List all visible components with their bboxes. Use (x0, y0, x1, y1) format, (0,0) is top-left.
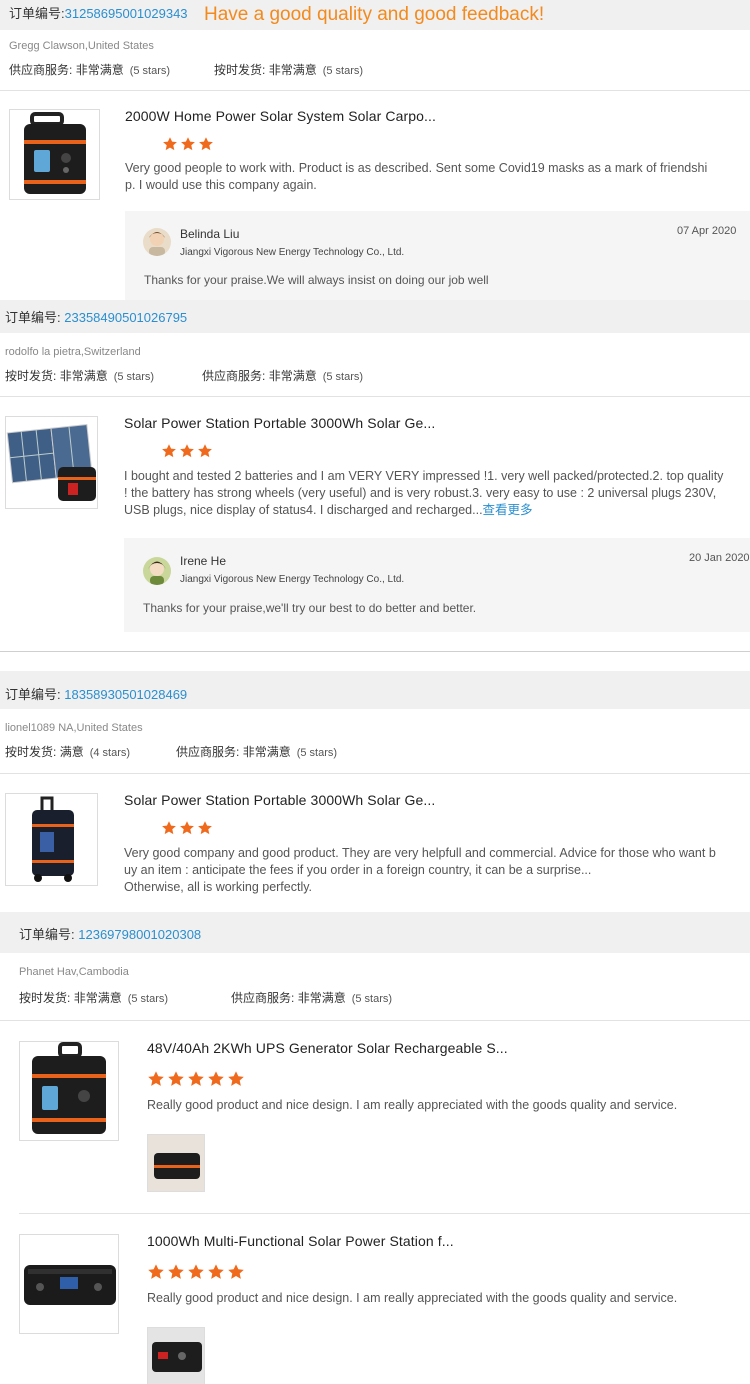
star-rating (124, 443, 214, 459)
reply-text: Thanks for your praise.We will always in… (144, 273, 489, 287)
order-number-value[interactable]: 18358930501028469 (64, 687, 187, 702)
order-number-value[interactable]: 23358490501026795 (64, 310, 187, 325)
supplier-service-rating: 供应商服务: 非常满意 (5 stars) (202, 369, 364, 383)
order-number-value[interactable]: 12369798001020308 (78, 927, 201, 942)
product-thumbnail[interactable] (9, 109, 100, 200)
star-icon (124, 443, 214, 459)
order-number: 订单编号: 23358490501026795 (5, 310, 188, 325)
divider (0, 90, 750, 91)
reply-text: Thanks for your praise,we'll try our bes… (143, 601, 477, 615)
order-number-value[interactable]: 31258695001029343 (65, 6, 188, 21)
divider (0, 1020, 750, 1021)
reviewer-info: rodolfo la pietra,Switzerland (5, 346, 141, 358)
star-rating (124, 820, 214, 836)
star-icon (124, 820, 214, 836)
reviewer-info: lionel1089 NA,United States (5, 722, 143, 734)
divider (0, 396, 750, 397)
order-number: 订单编号: 12369798001020308 (19, 927, 202, 942)
reviewer-info: Phanet Hav,Cambodia (19, 966, 129, 978)
reply-author: Belinda Liu (180, 227, 240, 241)
product-title[interactable]: 48V/40Ah 2KWh UPS Generator Solar Rechar… (147, 1040, 508, 1056)
product-title[interactable]: 1000Wh Multi-Functional Solar Power Stat… (147, 1233, 454, 1249)
product-thumbnail[interactable] (19, 1041, 119, 1141)
review-text: I bought and tested 2 batteries and I am… (124, 469, 724, 517)
product-title[interactable]: Solar Power Station Portable 3000Wh Sola… (124, 792, 435, 808)
product-title[interactable]: 2000W Home Power Solar System Solar Carp… (125, 108, 436, 124)
reply-company: Jiangxi Vigorous New Energy Technology C… (180, 574, 405, 585)
on-time-delivery-rating: 按时发货: 非常满意 (5 stars) (19, 991, 169, 1005)
supplier-service-rating: 供应商服务: 非常满意 (5 stars) (9, 63, 171, 77)
review-text: Really good product and nice design. I a… (147, 1291, 678, 1305)
review-photo[interactable] (147, 1134, 205, 1192)
star-rating (147, 1263, 245, 1281)
review-text: Very good people to work with. Product i… (125, 161, 708, 192)
star-icon (147, 1070, 245, 1088)
reply-date: 20 Jan 2020 (689, 552, 750, 564)
star-icon (125, 136, 215, 152)
supplier-reply: Irene He Jiangxi Vigorous New Energy Tec… (124, 538, 750, 632)
reply-date: 07 Apr 2020 (677, 225, 737, 237)
star-rating (147, 1070, 245, 1088)
reply-author: Irene He (180, 554, 227, 568)
product-thumbnail[interactable] (5, 793, 98, 886)
star-rating (125, 136, 215, 152)
review-text: Really good product and nice design. I a… (147, 1098, 678, 1112)
product-title[interactable]: Solar Power Station Portable 3000Wh Sola… (124, 415, 435, 431)
avatar-irene (143, 557, 171, 585)
see-more-link[interactable]: 查看更多 (483, 503, 533, 517)
divider (0, 651, 750, 652)
product-thumbnail[interactable] (19, 1234, 119, 1334)
product-thumbnail[interactable] (5, 416, 98, 509)
divider (0, 773, 750, 774)
supplier-service-rating: 供应商服务: 非常满意 (5 stars) (176, 745, 338, 759)
page-headline: Have a good quality and good feedback! (204, 4, 545, 25)
on-time-delivery-rating: 按时发货: 满意 (4 stars) (5, 745, 131, 759)
reviewer-info: Gregg Clawson,United States (9, 40, 154, 52)
avatar-belinda (143, 228, 171, 256)
star-icon (147, 1263, 245, 1281)
supplier-reply: Belinda Liu Jiangxi Vigorous New Energy … (125, 211, 750, 300)
on-time-delivery-rating: 按时发货: 非常满意 (5 stars) (214, 63, 364, 77)
divider (19, 1213, 750, 1214)
review-photo[interactable] (147, 1327, 205, 1384)
supplier-service-rating: 供应商服务: 非常满意 (5 stars) (231, 991, 393, 1005)
order-number: 订单编号:31258695001029343 (9, 6, 188, 21)
review-text: Very good company and good product. They… (124, 846, 716, 894)
on-time-delivery-rating: 按时发货: 非常满意 (5 stars) (5, 369, 155, 383)
reply-company: Jiangxi Vigorous New Energy Technology C… (180, 247, 405, 258)
order-number: 订单编号: 18358930501028469 (5, 687, 188, 702)
